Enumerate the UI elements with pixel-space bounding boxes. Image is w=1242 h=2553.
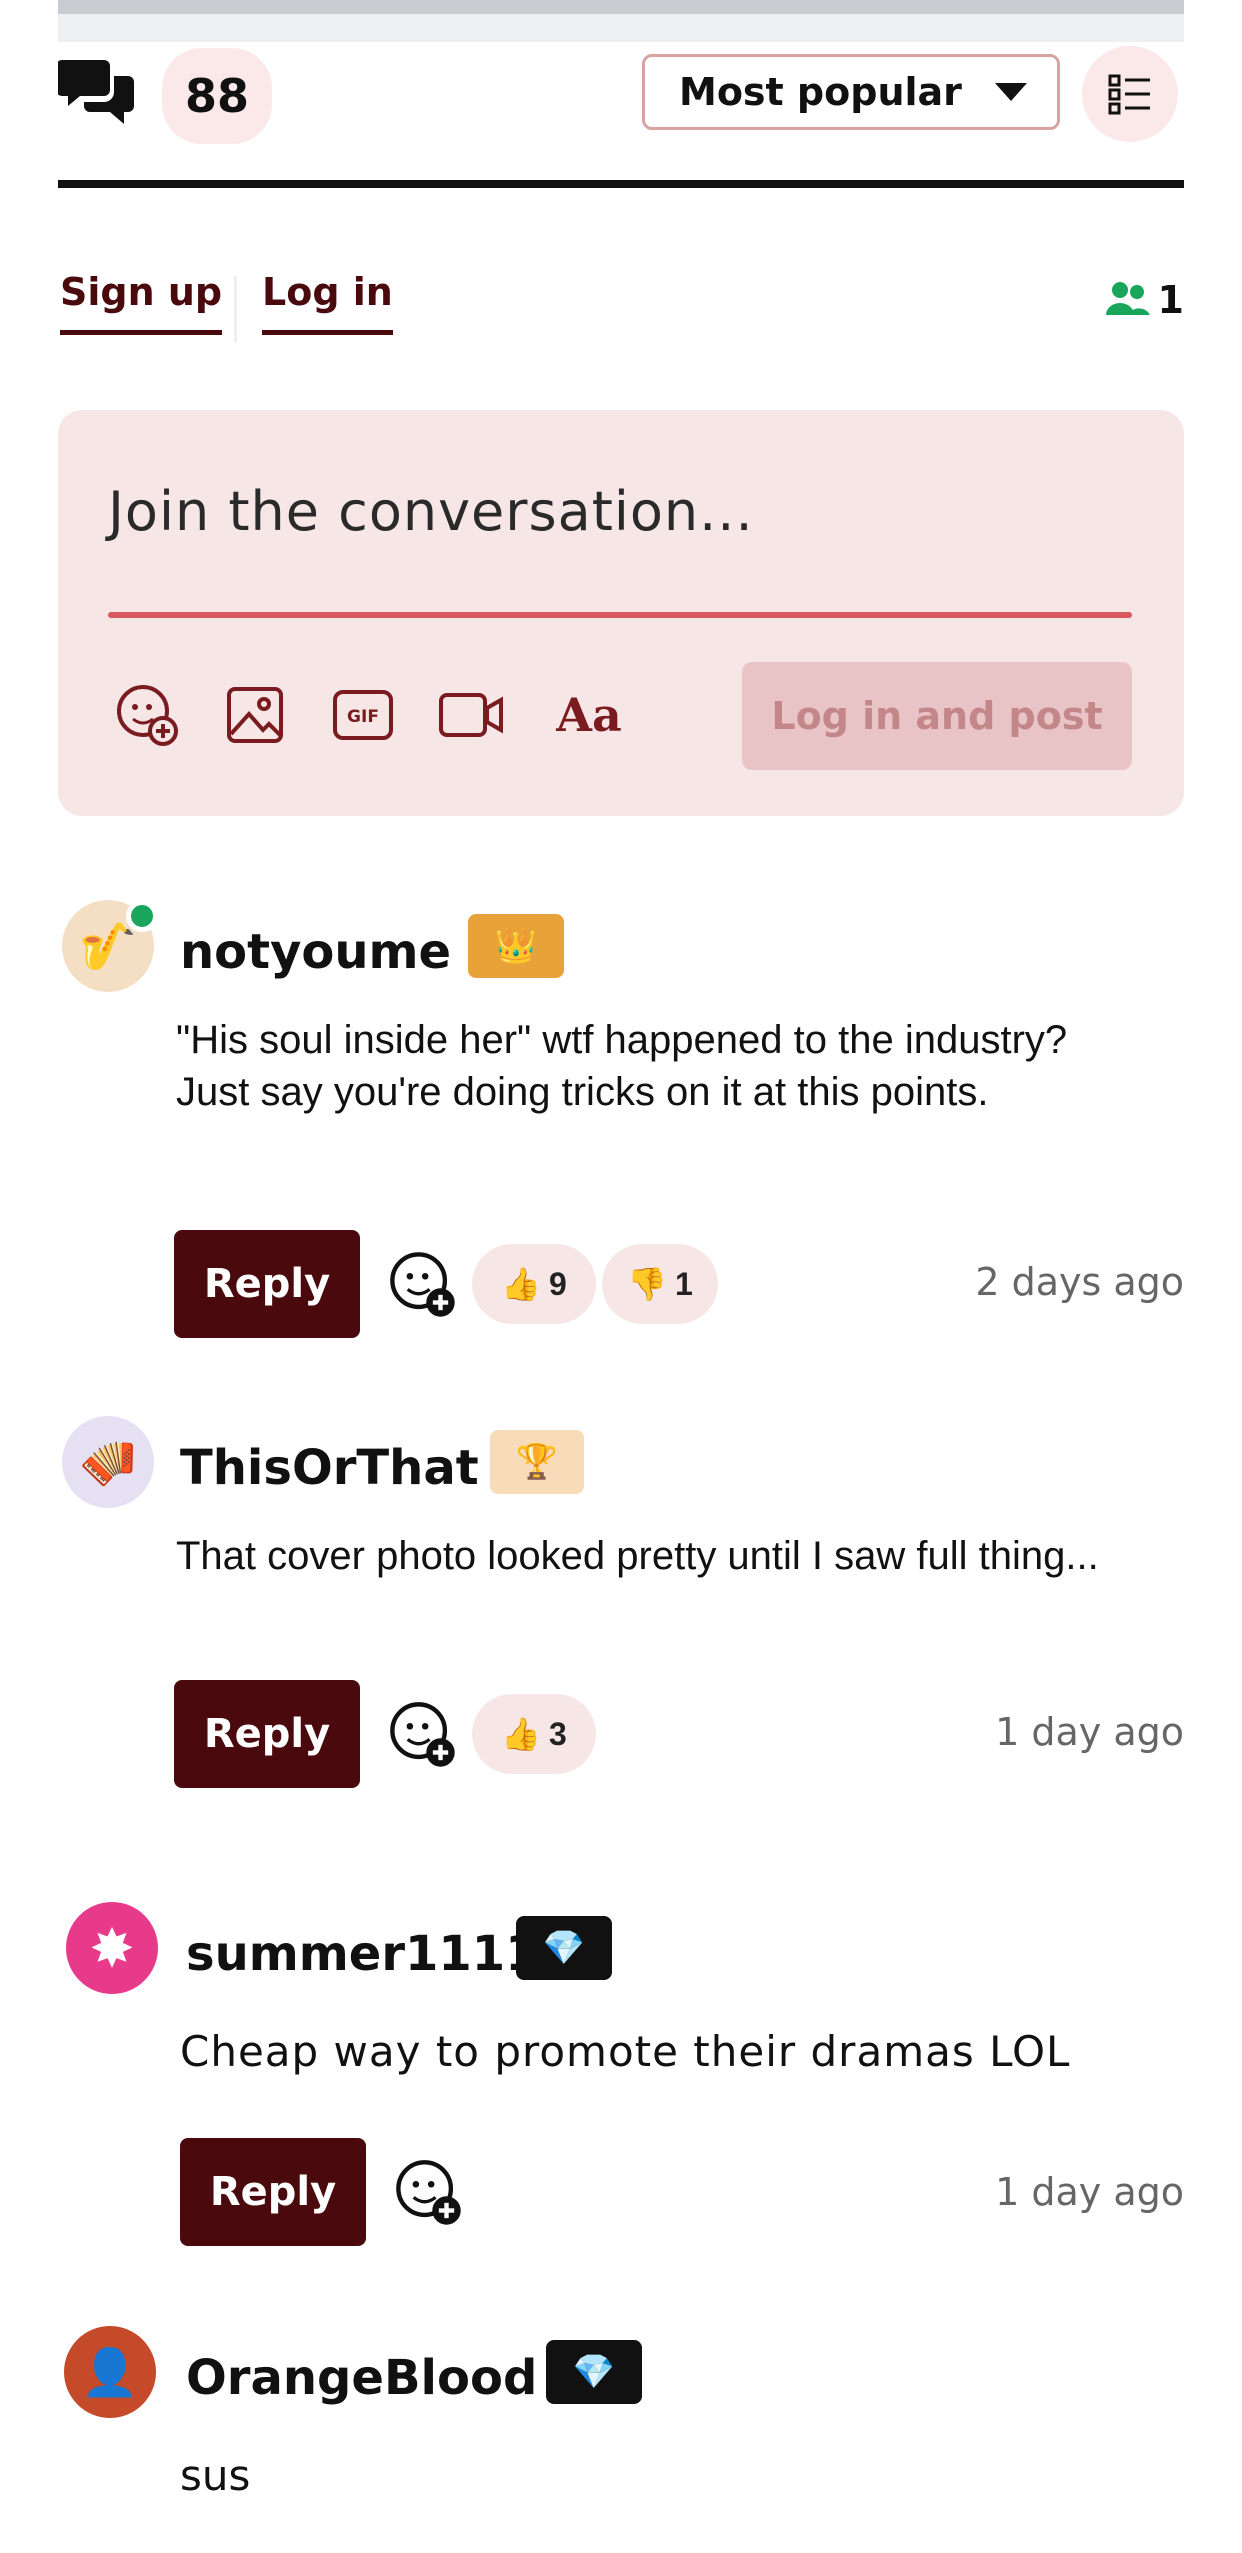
emoji-add-icon[interactable] — [388, 1250, 458, 1320]
upvote-button[interactable]: 👍 3 — [472, 1694, 596, 1774]
comment-timestamp: 2 days ago — [975, 1260, 1184, 1304]
comment-count: 88 — [162, 48, 272, 144]
online-count: 1 — [1157, 278, 1184, 322]
comment-text: That cover photo looked pretty until I s… — [176, 1534, 1099, 1578]
comment-composer: Join the conversation... GIF Aa Log in a… — [58, 410, 1184, 816]
gif-icon: GIF — [333, 690, 393, 740]
chevron-down-icon — [995, 83, 1027, 101]
reply-button[interactable]: Reply — [174, 1680, 360, 1788]
diamond-badge-icon: 💎 — [546, 2340, 642, 2404]
text-format-button[interactable]: Aa — [544, 680, 634, 750]
comment-username[interactable]: notyoume — [180, 924, 451, 980]
thumbs-up-icon: 👍 — [501, 1266, 542, 1302]
auth-row: Sign up Log in 1 — [58, 270, 1184, 350]
divider — [234, 276, 237, 342]
speech-bubbles-icon — [58, 60, 134, 124]
emoji-add-button[interactable] — [112, 680, 182, 750]
video-icon — [439, 693, 503, 737]
trophy-badge-icon: 🏆 — [490, 1430, 584, 1494]
comment-text: sus — [180, 2451, 251, 2500]
users-icon — [1105, 282, 1150, 315]
avatar[interactable]: 🪗 — [62, 1416, 154, 1508]
comment-item: 🎷 notyoume 👑 "His soul inside her" wtf h… — [58, 900, 1184, 1340]
reply-button[interactable]: Reply — [180, 2138, 366, 2246]
reply-button[interactable]: Reply — [174, 1230, 360, 1338]
emoji-add-icon — [117, 685, 178, 746]
list-icon — [1108, 74, 1150, 115]
video-button[interactable] — [436, 680, 506, 750]
svg-text:GIF: GIF — [347, 707, 379, 727]
avatar[interactable]: ✸ — [66, 1902, 158, 1994]
thumbs-up-icon: 👍 — [501, 1716, 542, 1752]
comment-timestamp: 1 day ago — [995, 2170, 1184, 2214]
downvote-count: 1 — [675, 1265, 693, 1302]
comment-item: ✸ summer1111 💎 Cheap way to promote thei… — [58, 1902, 1184, 2262]
online-users: 1 — [1105, 278, 1184, 322]
upvote-count: 9 — [549, 1265, 567, 1302]
list-view-button[interactable] — [1082, 46, 1178, 142]
top-scroll-strip — [58, 0, 1184, 14]
comment-item: 🪗 ThisOrThat 🏆 That cover photo looked p… — [58, 1416, 1184, 1816]
diamond-badge-icon: 💎 — [516, 1916, 612, 1980]
comment-text: "His soul inside her" wtf happened to th… — [176, 1018, 1068, 1114]
emoji-add-icon[interactable] — [394, 2158, 464, 2228]
composer-underline — [108, 612, 1132, 618]
login-and-post-button[interactable]: Log in and post — [742, 662, 1132, 770]
emoji-add-icon[interactable] — [388, 1700, 458, 1770]
comment-username[interactable]: ThisOrThat — [180, 1440, 479, 1496]
upvote-count: 3 — [549, 1715, 567, 1752]
signup-link[interactable]: Sign up — [60, 270, 223, 335]
comment-text: Cheap way to promote their dramas LOL — [180, 2027, 1071, 2076]
sort-select-label: Most popular — [679, 70, 962, 114]
thumbs-down-icon: 👎 — [627, 1266, 668, 1302]
sort-select[interactable]: Most popular — [642, 54, 1060, 130]
comment-item: 👤 OrangeBlood 💎 sus — [58, 2326, 1184, 2553]
composer-input[interactable]: Join the conversation... — [108, 480, 754, 543]
image-icon — [227, 687, 283, 743]
gif-button[interactable]: GIF — [328, 680, 398, 750]
login-link[interactable]: Log in — [262, 270, 393, 335]
header-divider — [58, 180, 1184, 188]
text-format-icon: Aa — [556, 688, 622, 742]
top-fade — [58, 14, 1184, 42]
online-indicator — [126, 900, 158, 932]
comment-timestamp: 1 day ago — [995, 1710, 1184, 1754]
comments-header: 88 Most popular — [58, 42, 1184, 182]
crown-badge-icon: 👑 — [468, 914, 564, 978]
comment-username[interactable]: OrangeBlood — [186, 2350, 537, 2406]
image-button[interactable] — [220, 680, 290, 750]
downvote-button[interactable]: 👎 1 — [602, 1244, 718, 1324]
comment-username[interactable]: summer1111 — [186, 1926, 539, 1982]
avatar[interactable]: 👤 — [64, 2326, 156, 2418]
upvote-button[interactable]: 👍 9 — [472, 1244, 596, 1324]
